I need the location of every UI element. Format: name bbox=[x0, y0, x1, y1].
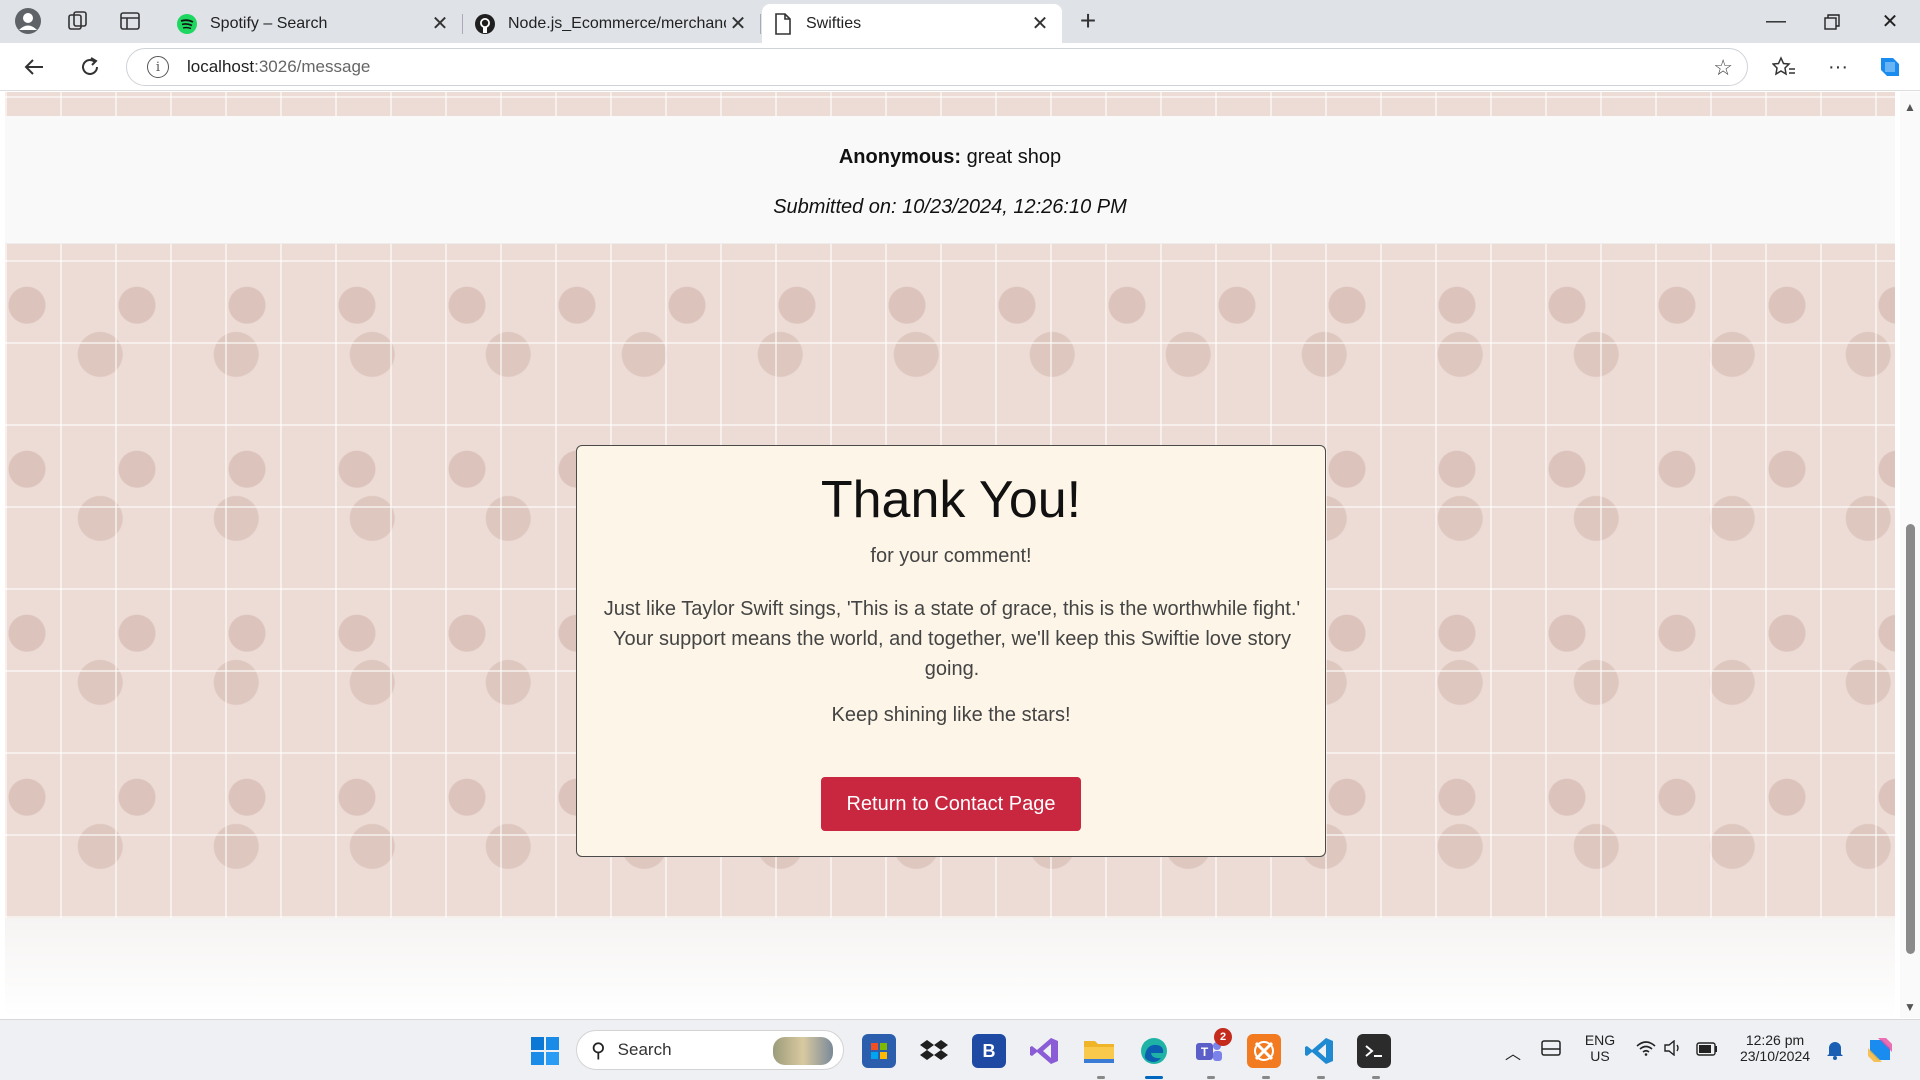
copilot-icon[interactable] bbox=[1872, 51, 1908, 83]
refresh-button[interactable] bbox=[72, 51, 108, 83]
tab-label: Node.js_Ecommerce/merchandise bbox=[508, 14, 726, 32]
url-host: localhost bbox=[187, 57, 255, 76]
comment-author: Anonymous: bbox=[838, 146, 962, 168]
teams-icon[interactable]: T 2 bbox=[1192, 1028, 1232, 1068]
thank-you-card: Thank You! for your comment! Just like T… bbox=[576, 445, 1326, 857]
scroll-down-arrow-icon[interactable]: ▼ bbox=[1904, 1000, 1916, 1014]
browser-toolbar: i localhost:3026/message ☆ ··· bbox=[0, 43, 1920, 91]
background-fade bbox=[5, 918, 1895, 1018]
close-tab-icon[interactable]: ✕ bbox=[726, 12, 750, 36]
windows-taskbar: ⚲ Search B T 2 ︿ ENG US 12:26 pm 23/10/2… bbox=[0, 1019, 1920, 1080]
favorites-icon[interactable] bbox=[1766, 51, 1802, 83]
dropbox-icon[interactable] bbox=[917, 1034, 951, 1068]
site-info-icon[interactable]: i bbox=[147, 56, 169, 78]
search-label: Search bbox=[617, 1040, 672, 1059]
battery-icon[interactable] bbox=[1696, 1040, 1718, 1061]
wifi-icon[interactable] bbox=[1636, 1040, 1656, 1061]
svg-text:T: T bbox=[1201, 1045, 1209, 1059]
xampp-icon[interactable] bbox=[1247, 1034, 1281, 1068]
comment-submitted-date: Submitted on: 10/23/2024, 12:26:10 PM bbox=[773, 196, 1127, 218]
scroll-thumb[interactable] bbox=[1906, 524, 1915, 954]
running-indicator bbox=[1317, 1076, 1325, 1079]
thank-you-closing: Keep shining like the stars! bbox=[831, 704, 1071, 726]
visual-studio-icon[interactable] bbox=[1027, 1034, 1061, 1068]
comment-text: great shop bbox=[961, 146, 1062, 168]
page-scrollbar[interactable]: ▲ ▼ bbox=[1900, 92, 1920, 1018]
thank-you-message: Just like Taylor Swift sings, 'This is a… bbox=[603, 598, 1301, 680]
close-tab-icon[interactable]: ✕ bbox=[1028, 12, 1052, 36]
tab-swifties[interactable]: Swifties ✕ bbox=[762, 4, 1062, 43]
active-app-indicator bbox=[1145, 1076, 1163, 1079]
tab-label: Swifties bbox=[806, 14, 862, 32]
keyboard-region: US bbox=[1590, 1048, 1610, 1064]
scroll-up-arrow-icon[interactable]: ▲ bbox=[1904, 100, 1916, 114]
edge-browser-icon[interactable] bbox=[1137, 1034, 1171, 1068]
tab-actions-icon[interactable] bbox=[114, 6, 146, 36]
terminal-icon[interactable] bbox=[1357, 1034, 1391, 1068]
search-icon: ⚲ bbox=[591, 1039, 606, 1062]
search-highlight-image bbox=[773, 1037, 833, 1065]
close-tab-icon[interactable]: ✕ bbox=[428, 12, 452, 36]
tab-spotify[interactable]: Spotify – Search ✕ bbox=[166, 4, 463, 43]
language-code: ENG bbox=[1584, 1032, 1616, 1048]
workspaces-icon[interactable] bbox=[62, 6, 94, 36]
vscode-icon[interactable] bbox=[1302, 1034, 1336, 1068]
browser-title-bar: Spotify – Search ✕ Node.js_Ecommerce/mer… bbox=[0, 0, 1920, 43]
comment-line: Anonymous: great shop bbox=[5, 146, 1895, 169]
profile-icon[interactable] bbox=[12, 6, 44, 36]
minimize-button[interactable]: — bbox=[1748, 0, 1804, 43]
tab-github[interactable]: Node.js_Ecommerce/merchandise ✕ bbox=[464, 4, 761, 43]
more-options-icon[interactable]: ··· bbox=[1820, 51, 1856, 83]
github-icon bbox=[474, 13, 496, 35]
running-indicator bbox=[1262, 1076, 1270, 1079]
close-window-button[interactable]: ✕ bbox=[1862, 0, 1918, 43]
microsoft-store-icon[interactable] bbox=[862, 1034, 896, 1068]
language-indicator[interactable]: ENG US bbox=[1580, 1032, 1620, 1064]
address-bar[interactable]: i localhost:3026/message ☆ bbox=[126, 48, 1748, 86]
clock-date: 23/10/2024 bbox=[1739, 1048, 1811, 1064]
spotify-icon bbox=[176, 13, 198, 35]
b-app-icon[interactable]: B bbox=[972, 1034, 1006, 1068]
url-path: :3026/message bbox=[254, 57, 371, 76]
copilot-preview-icon[interactable] bbox=[1864, 1034, 1896, 1071]
page-icon bbox=[772, 12, 794, 35]
return-to-contact-button[interactable]: Return to Contact Page bbox=[821, 777, 1081, 831]
page-viewport: Anonymous: great shop Submitted on: 10/2… bbox=[0, 92, 1900, 1018]
thank-you-title: Thank You! bbox=[820, 471, 1082, 529]
volume-icon[interactable] bbox=[1664, 1039, 1682, 1061]
favorite-star-icon[interactable]: ☆ bbox=[1713, 55, 1733, 81]
notification-bell-icon[interactable] bbox=[1826, 1040, 1844, 1065]
running-indicator bbox=[1207, 1076, 1215, 1079]
tab-divider bbox=[760, 14, 761, 34]
url-text[interactable]: localhost:3026/message bbox=[187, 57, 370, 77]
comment-entry: Anonymous: great shop Submitted on: 10/2… bbox=[5, 116, 1895, 244]
tab-label: Spotify – Search bbox=[210, 14, 328, 32]
restore-button[interactable] bbox=[1804, 0, 1860, 43]
new-tab-button[interactable]: + bbox=[1072, 5, 1104, 36]
back-button[interactable] bbox=[16, 51, 52, 83]
tablet-mode-icon[interactable] bbox=[1541, 1040, 1561, 1061]
clock[interactable]: 12:26 pm 23/10/2024 bbox=[1730, 1032, 1820, 1064]
running-indicator bbox=[1372, 1076, 1380, 1079]
clock-time: 12:26 pm bbox=[1745, 1032, 1805, 1048]
chevron-up-icon[interactable]: ︿ bbox=[1505, 1040, 1521, 1064]
tab-divider bbox=[462, 14, 463, 34]
file-explorer-icon[interactable] bbox=[1082, 1034, 1116, 1068]
windows-start-icon[interactable] bbox=[528, 1034, 562, 1068]
taskbar-search-box[interactable]: ⚲ Search bbox=[576, 1030, 844, 1070]
notification-badge: 2 bbox=[1214, 1028, 1232, 1046]
running-indicator bbox=[1097, 1076, 1105, 1079]
thank-you-subtitle: for your comment! bbox=[870, 545, 1032, 567]
